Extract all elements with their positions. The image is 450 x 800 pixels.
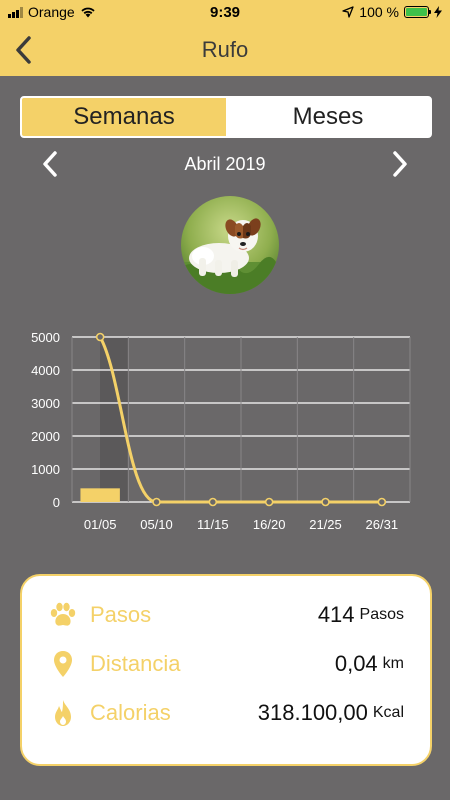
y-tick-label: 0 [53,495,60,510]
battery-icon [404,6,431,18]
y-tick-label: 3000 [31,396,60,411]
page-title: Rufo [201,37,249,62]
status-right: 100 % [292,4,442,20]
carrier-label: Orange [28,4,75,20]
x-tick-label: 01/05 [84,517,117,532]
stat-unit: Kcal [372,703,404,721]
y-tick-label: 5000 [31,330,60,345]
data-point [264,497,274,507]
stat-label: Pasos [90,601,152,627]
period-label: Abril 2019 [184,153,266,174]
chart-bars [80,488,120,502]
x-tick-label: 05/10 [140,517,173,532]
stat-value: 0,04 [334,650,378,676]
dog-photo [181,196,279,294]
paw-icon [48,600,78,630]
x-tick-label: 11/15 [197,517,229,532]
stat-unit: km [382,654,404,672]
status-left: Orange [8,4,158,20]
clock: 9:39 [209,3,241,21]
tab-months[interactable]: Meses [226,98,430,136]
y-tick-label: 2000 [31,429,60,444]
data-point [152,497,161,507]
stats-card: Pasos 414 Pasos Distancia 0,04 km Calori… [20,574,432,766]
chevron-left-icon [16,36,31,64]
period-toggle: Semanas Meses [20,96,432,138]
flame-icon [48,698,78,728]
data-point [377,497,387,507]
battery-percent: 100 % [359,4,399,20]
y-tick-label: 4000 [31,363,60,378]
tab-weeks[interactable]: Semanas [22,98,226,136]
x-tick-label: 16/20 [253,517,286,532]
previous-period-button[interactable] [32,146,68,182]
data-point [321,497,330,507]
period-navigation: Abril 2019 [0,144,450,184]
bar [80,488,120,502]
stat-distance: Distancia 0,04 km [48,639,404,688]
x-tick-label: 26/31 [366,517,399,532]
y-tick-label: 1000 [31,462,60,477]
nav-bar: Rufo [0,24,450,76]
next-period-button[interactable] [382,146,418,182]
chevron-left-icon [43,151,57,177]
stat-label: Calorias [90,699,171,725]
stat-label: Distancia [90,650,181,676]
data-point [208,497,218,507]
signal-icon [8,6,23,18]
data-point [95,332,105,342]
charging-bolt-icon [434,6,442,18]
pet-avatar[interactable] [181,196,279,294]
steps-chart: 0 1000 2000 3000 4000 5000 01/05 05/10 11/15 16/2… [31,330,411,532]
x-tick-label: 21/25 [309,517,342,532]
chevron-right-icon [393,151,407,177]
back-button[interactable] [6,30,42,70]
stat-unit: Pasos [359,605,404,623]
location-pin-icon [48,649,78,679]
stat-value: 318.100,00 [257,699,368,725]
stat-steps: Pasos 414 Pasos [48,590,404,639]
stat-calories: Calorias 318.100,00 Kcal [48,688,404,737]
stat-value: 414 [317,601,355,627]
status-bar: Orange 9:39 100 % [0,0,450,24]
location-arrow-icon [342,6,354,18]
wifi-icon [81,7,95,18]
